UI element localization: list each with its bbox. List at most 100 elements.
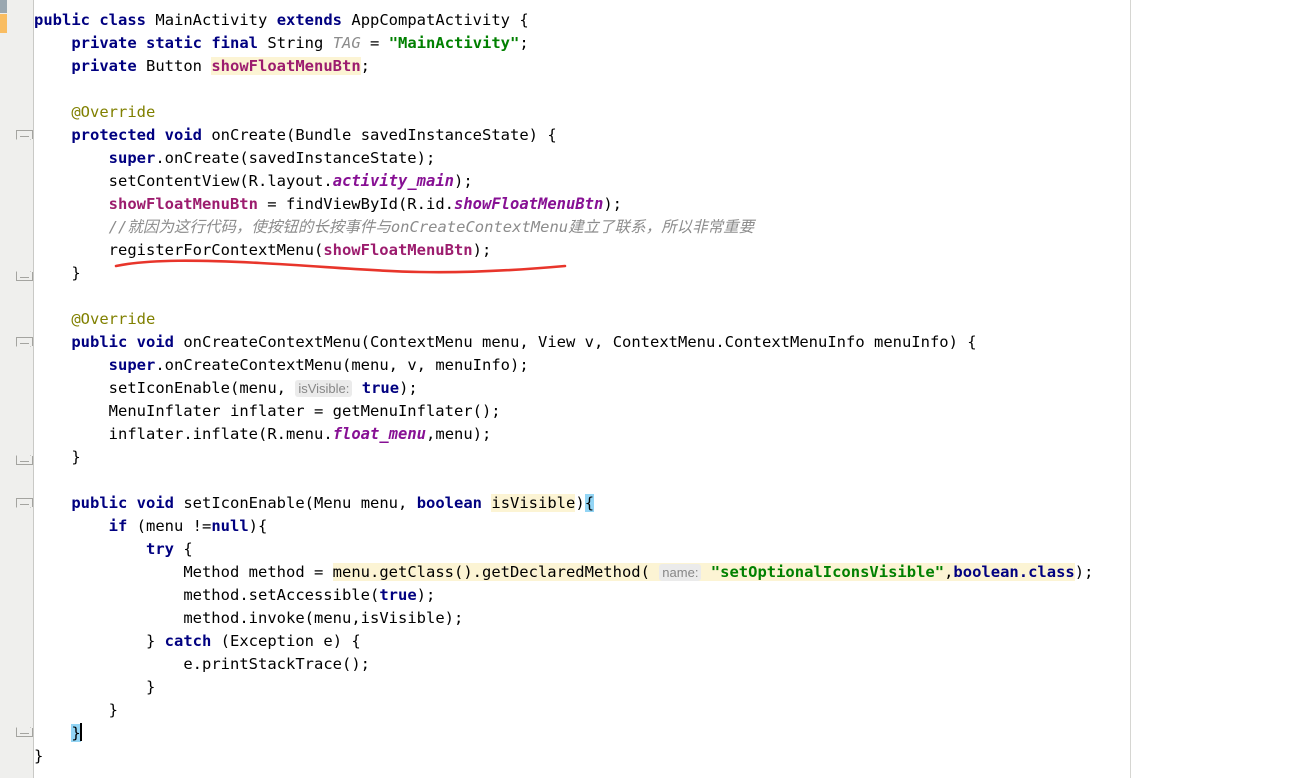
code-line-16[interactable]: super.onCreateContextMenu(menu, v, menuI…: [34, 354, 1301, 377]
code-fold-marker-oncreatecontextmenu-end[interactable]: [16, 456, 33, 465]
token-res-float-menu: float_menu: [332, 425, 427, 443]
token-param-menu: menu: [332, 563, 370, 581]
token-type-exception: Exception: [230, 632, 314, 650]
inlay-hint-name[interactable]: name:: [659, 564, 702, 581]
token-keyword-try: try: [145, 540, 174, 558]
token-param-isvisible: isVisible: [491, 494, 576, 512]
token-method-oncreate: onCreate: [164, 149, 240, 167]
code-line-22[interactable]: public void setIconEnable(Menu menu, boo…: [34, 492, 1301, 515]
token-res-r: R: [267, 425, 277, 443]
token-keyword-null: null: [211, 517, 249, 535]
text-caret: [79, 723, 82, 741]
code-line-31[interactable]: }: [34, 699, 1301, 722]
code-line-27[interactable]: method.invoke(menu,isVisible);: [34, 607, 1301, 630]
token-keyword-private: private: [71, 57, 137, 75]
token-method-registerforcontextmenu: registerForContextMenu: [108, 241, 314, 259]
code-line-7[interactable]: super.onCreate(savedInstanceState);: [34, 147, 1301, 170]
token-keyword-public: public: [71, 494, 128, 512]
code-fold-marker-oncreatecontextmenu[interactable]: [16, 337, 33, 346]
code-line-2[interactable]: private static final String TAG = "MainA…: [34, 32, 1301, 55]
token-type-view: View: [538, 333, 576, 351]
token-superclass-name: AppCompatActivity: [351, 11, 510, 29]
token-keyword-catch: catch: [164, 632, 212, 650]
token-boolean-class: boolean.class: [953, 563, 1075, 581]
token-type-string: String: [267, 34, 324, 52]
token-keyword-class: class: [99, 11, 147, 29]
token-keyword-public: public: [34, 11, 90, 29]
token-param-v: v: [407, 356, 417, 374]
token-var-inflater: inflater: [229, 402, 305, 420]
token-method-printstacktrace: printStackTrace: [202, 655, 342, 673]
token-constant-tag: TAG: [332, 34, 361, 52]
token-keyword-void: void: [136, 333, 174, 351]
code-line-32[interactable]: }: [34, 722, 1301, 745]
token-type-menuinflater: MenuInflater: [108, 402, 221, 420]
token-keyword-super: super: [108, 149, 156, 167]
code-line-17[interactable]: setIconEnable(menu, isVisible: true);: [34, 377, 1301, 400]
token-string-setoptionaliconsvisible: "setOptionalIconsVisible": [710, 563, 945, 581]
token-method-seticonenable: setIconEnable: [108, 379, 230, 397]
vcs-change-marker-modified[interactable]: [0, 0, 7, 13]
code-line-29[interactable]: e.printStackTrace();: [34, 653, 1301, 676]
token-keyword-void: void: [136, 494, 174, 512]
code-line-28[interactable]: } catch (Exception e) {: [34, 630, 1301, 653]
token-method-getdeclaredmethod: getDeclaredMethod: [481, 563, 641, 581]
token-param-savedinstancestate: savedInstanceState: [248, 149, 417, 167]
token-keyword-final: final: [211, 34, 259, 52]
code-fold-marker-oncreate[interactable]: [16, 130, 33, 139]
code-editor[interactable]: public class MainActivity extends AppCom…: [0, 0, 1301, 778]
code-line-30[interactable]: }: [34, 676, 1301, 699]
vcs-change-marker-added[interactable]: [0, 14, 7, 33]
token-var-e: e: [183, 655, 193, 673]
token-param-menuinfo: menuInfo: [435, 356, 510, 374]
code-line-6[interactable]: protected void onCreate(Bundle savedInst…: [34, 124, 1301, 147]
code-text-area[interactable]: public class MainActivity extends AppCom…: [34, 0, 1301, 778]
token-var-method: method: [183, 586, 240, 604]
token-res-r: R: [407, 195, 417, 213]
code-fold-marker-seticonenable-end[interactable]: [16, 728, 33, 737]
code-line-19[interactable]: inflater.inflate(R.menu.float_menu,menu)…: [34, 423, 1301, 446]
code-line-8[interactable]: setContentView(R.layout.activity_main);: [34, 170, 1301, 193]
code-line-10[interactable]: //就因为这行代码，使按钮的长按事件与onCreateContextMenu建立…: [34, 216, 1301, 239]
token-type-contextmenu: ContextMenu: [612, 333, 716, 351]
token-res-menu: menu: [286, 425, 324, 443]
code-line-1[interactable]: public class MainActivity extends AppCom…: [34, 9, 1301, 32]
editor-gutter[interactable]: [0, 0, 33, 778]
code-line-25[interactable]: Method method = menu.getClass().getDecla…: [34, 561, 1301, 584]
code-line-15[interactable]: public void onCreateContextMenu(ContextM…: [34, 331, 1301, 354]
code-line-23[interactable]: if (menu !=null){: [34, 515, 1301, 538]
code-fold-marker-oncreate-end[interactable]: [16, 272, 33, 281]
code-line-26[interactable]: method.setAccessible(true);: [34, 584, 1301, 607]
token-keyword-static: static: [146, 34, 202, 52]
token-param-menu: menu: [435, 425, 473, 443]
token-field-showfloatmenubtn: showFloatMenuBtn: [323, 241, 473, 259]
token-method-inflate: inflate: [192, 425, 258, 443]
code-fold-marker-seticonenable[interactable]: [16, 498, 33, 507]
token-comment-chinese: //就因为这行代码，使按钮的长按事件与onCreateContextMenu建立…: [108, 218, 755, 236]
search-match-highlight: menu.getClass().getDeclaredMethod( name:…: [332, 563, 1075, 581]
token-res-activity-main: activity_main: [332, 172, 455, 190]
code-line-20[interactable]: }: [34, 446, 1301, 469]
code-line-5[interactable]: @Override: [34, 101, 1301, 124]
code-line-12[interactable]: }: [34, 262, 1301, 285]
code-line-11[interactable]: registerForContextMenu(showFloatMenuBtn)…: [34, 239, 1301, 262]
code-line-33[interactable]: }: [34, 745, 1301, 768]
token-param-isvisible: isVisible: [360, 609, 445, 627]
token-param-savedinstancestate: savedInstanceState: [360, 126, 529, 144]
token-method-oncreate: onCreate: [211, 126, 286, 144]
code-line-9[interactable]: showFloatMenuBtn = findViewById(R.id.sho…: [34, 193, 1301, 216]
token-keyword-protected: protected: [71, 126, 156, 144]
code-line-18[interactable]: MenuInflater inflater = getMenuInflater(…: [34, 400, 1301, 423]
inlay-hint-isvisible[interactable]: isVisible:: [295, 380, 353, 397]
code-line-24[interactable]: try {: [34, 538, 1301, 561]
token-method-getmenuinflater: getMenuInflater: [332, 402, 473, 420]
token-param-menu: menu: [360, 494, 399, 512]
code-line-3[interactable]: private Button showFloatMenuBtn;: [34, 55, 1301, 78]
token-type-contextmenu: ContextMenu: [370, 333, 473, 351]
code-line-14[interactable]: @Override: [34, 308, 1301, 331]
token-method-findviewbyid: findViewById: [285, 195, 398, 213]
token-res-id-showfloatmenubtn: showFloatMenuBtn: [454, 195, 604, 213]
token-keyword-if: if: [108, 517, 128, 535]
token-param-menuinfo: menuInfo: [873, 333, 949, 351]
token-keyword-public: public: [71, 333, 128, 351]
